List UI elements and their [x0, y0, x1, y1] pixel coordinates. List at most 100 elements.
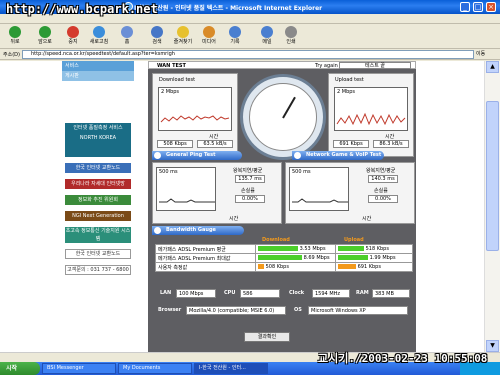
print-icon	[285, 26, 297, 38]
test-status: 테스트 끝	[339, 62, 411, 69]
media-icon	[203, 26, 215, 38]
search-button[interactable]: 검색	[146, 26, 168, 48]
start-button[interactable]: 시작	[0, 362, 40, 375]
mail-button[interactable]: 메일	[256, 26, 278, 48]
game-loss-label: 손실률	[374, 188, 388, 194]
upload-kbps: 691 Kbps	[333, 140, 369, 148]
maximize-button[interactable]: □	[473, 2, 483, 12]
upload-panel: Upload test 2 Mbps 시간 691 Kbps 86.3 kB/s	[328, 73, 414, 157]
clock-label: Clock	[289, 290, 305, 296]
task-messenger[interactable]: BSI Messenger	[42, 363, 116, 374]
banner-nextgen[interactable]: 우리나라 자세대 인터넷망	[65, 179, 131, 189]
banner-ix[interactable]: 한국 인터넷 교환노드	[65, 163, 131, 173]
upload-title: Upload test	[335, 77, 364, 83]
banner-support[interactable]: 초고속 정보통신 기술지원 시스템	[65, 227, 131, 243]
timestamp-watermark: 교시키./2003-02-23 10:55:08	[318, 352, 488, 365]
address-label: 주소(D)	[3, 52, 20, 58]
address-bar: 주소(D) http://speed.nca.or.kr/speedtest/d…	[0, 49, 500, 60]
download-axis: 시간	[209, 134, 219, 140]
refresh-icon	[93, 26, 105, 38]
banner-ix2[interactable]: 한국 인터넷 교환노드	[65, 249, 131, 259]
upload-chart: 2 Mbps	[334, 87, 408, 131]
wan-test-header: WAN TEST Try again 테스트 끝	[148, 61, 416, 69]
browser-label: Browser	[158, 307, 182, 313]
upload-line	[336, 112, 406, 126]
game-bullet-icon	[294, 152, 301, 159]
os-label: OS	[294, 307, 302, 313]
download-kbs: 63.5 kB/s	[197, 140, 233, 148]
gauge-bullet-icon	[154, 227, 161, 234]
scroll-thumb[interactable]	[486, 101, 499, 251]
banner-committee[interactable]: 정보화 추진 위원회	[65, 195, 131, 205]
back-button[interactable]: 뒤로	[4, 26, 26, 48]
stop-icon	[67, 26, 79, 38]
banner-quality[interactable]: 인터넷 품질측정 서비스 NORTH KOREA	[65, 123, 131, 157]
bandwidth-gauge-header: Bandwidth Gauge	[152, 226, 244, 235]
contact-phone: 고객문의 : 031 737 - 6800	[65, 265, 131, 275]
cpu-label: CPU	[224, 290, 236, 296]
stop-button[interactable]: 중지	[62, 26, 84, 48]
home-button[interactable]: 홈	[116, 26, 138, 48]
bw-ul-bar	[338, 246, 364, 251]
media-button[interactable]: 미디어	[198, 26, 220, 48]
table-row: 메가패스 ADSL Premium 최대값 8.69 Mbps 1.99 Mbp…	[155, 253, 413, 263]
lan-label: LAN	[160, 290, 172, 296]
download-title: Download test	[159, 77, 196, 83]
mail-icon	[261, 26, 273, 38]
title-bar: I-한국 전산원 - 인터넷 품질 텍스트 - Microsoft Intern…	[0, 0, 500, 16]
sidebar-tab-service[interactable]: 서비스	[62, 61, 134, 71]
browser-value: Mozilla/4.0 (compatible; MSIE 6.0)	[186, 306, 286, 315]
table-row: 사용자 측정값 508 Kbps 691 Kbps	[155, 262, 413, 272]
history-icon	[229, 26, 241, 38]
table-row: 메가패스 ADSL Premium 평균 3.53 Mbps 518 Kbps	[155, 244, 413, 254]
forward-icon	[39, 26, 51, 38]
bandwidth-table: 메가패스 ADSL Premium 평균 3.53 Mbps 518 Kbps …	[155, 244, 413, 272]
game-avg-label: 왕복지연/평균	[366, 168, 396, 174]
back-icon	[9, 26, 21, 38]
bw-ul-value: 1.99 Mbps	[369, 255, 396, 261]
task-ie[interactable]: I-한국 전산원 - 인터...	[194, 363, 268, 374]
address-input[interactable]: http://speed.nca.or.kr/speedtest/default…	[22, 50, 474, 59]
lan-value: 100 Mbps	[176, 289, 216, 298]
go-button[interactable]: 이동	[476, 50, 496, 59]
bw-ul-value: 691 Kbps	[357, 264, 381, 270]
close-button[interactable]: ×	[486, 2, 496, 12]
print-button[interactable]: 인쇄	[280, 26, 302, 48]
game-chart: 500 ms	[289, 167, 349, 211]
result-button[interactable]: 결과확인	[244, 332, 290, 342]
toolbar: 뒤로 앞으로 중지 새로고침 홈 검색 즐겨찾기 미디어 기록 메일 인쇄	[0, 25, 500, 49]
sidebar-tab-board[interactable]: 게시판	[62, 71, 134, 81]
game-panel: 500 ms 왕복지연/평균 140.3 ms 손실률 0.00% 시간	[285, 162, 415, 224]
menu-bar	[0, 14, 500, 24]
bw-row-label: 사용자 측정값	[155, 262, 256, 272]
bw-row-label: 메가패스 ADSL Premium 최대값	[155, 253, 256, 263]
bw-upload-header: Upload	[344, 237, 364, 243]
upload-kbs: 86.3 kB/s	[373, 140, 409, 148]
bw-dl-value: 8.69 Mbps	[303, 255, 330, 261]
upload-axis: 시간	[385, 134, 395, 140]
ping-bullet-icon	[154, 152, 161, 159]
task-documents[interactable]: My Documents	[118, 363, 192, 374]
scroll-up-icon[interactable]: ▲	[486, 61, 499, 73]
bw-ul-value: 518 Kbps	[365, 246, 389, 252]
forward-button[interactable]: 앞으로	[34, 26, 56, 48]
refresh-button[interactable]: 새로고침	[88, 26, 110, 48]
ping-loss: 0.00%	[235, 195, 265, 203]
window-title: I-한국 전산원 - 인터넷 품질 텍스트 - Microsoft Intern…	[134, 5, 323, 12]
banner-ngi[interactable]: NGI Next Generation	[65, 211, 131, 221]
favorites-button[interactable]: 즐겨찾기	[172, 26, 194, 48]
bw-ul-bar	[338, 264, 356, 269]
bw-dl-bar	[258, 255, 302, 260]
cpu-value: 586	[240, 289, 280, 298]
ram-label: RAM	[356, 290, 369, 296]
bw-dl-value: 3.53 Mbps	[299, 246, 326, 252]
scroll-down-icon[interactable]: ▼	[486, 340, 499, 352]
minimize-button[interactable]: _	[460, 2, 470, 12]
bw-dl-value: 508 Kbps	[265, 264, 289, 270]
gauge-title: Bandwidth Gauge	[166, 227, 216, 233]
game-test-header: Network Game & VoIP Test	[292, 151, 384, 160]
vertical-scrollbar[interactable]: ▲ ▼	[484, 61, 500, 352]
history-button[interactable]: 기록	[224, 26, 246, 48]
ping-avg-label: 왕복지연/평균	[233, 168, 263, 174]
try-again-link[interactable]: Try again	[315, 63, 338, 69]
